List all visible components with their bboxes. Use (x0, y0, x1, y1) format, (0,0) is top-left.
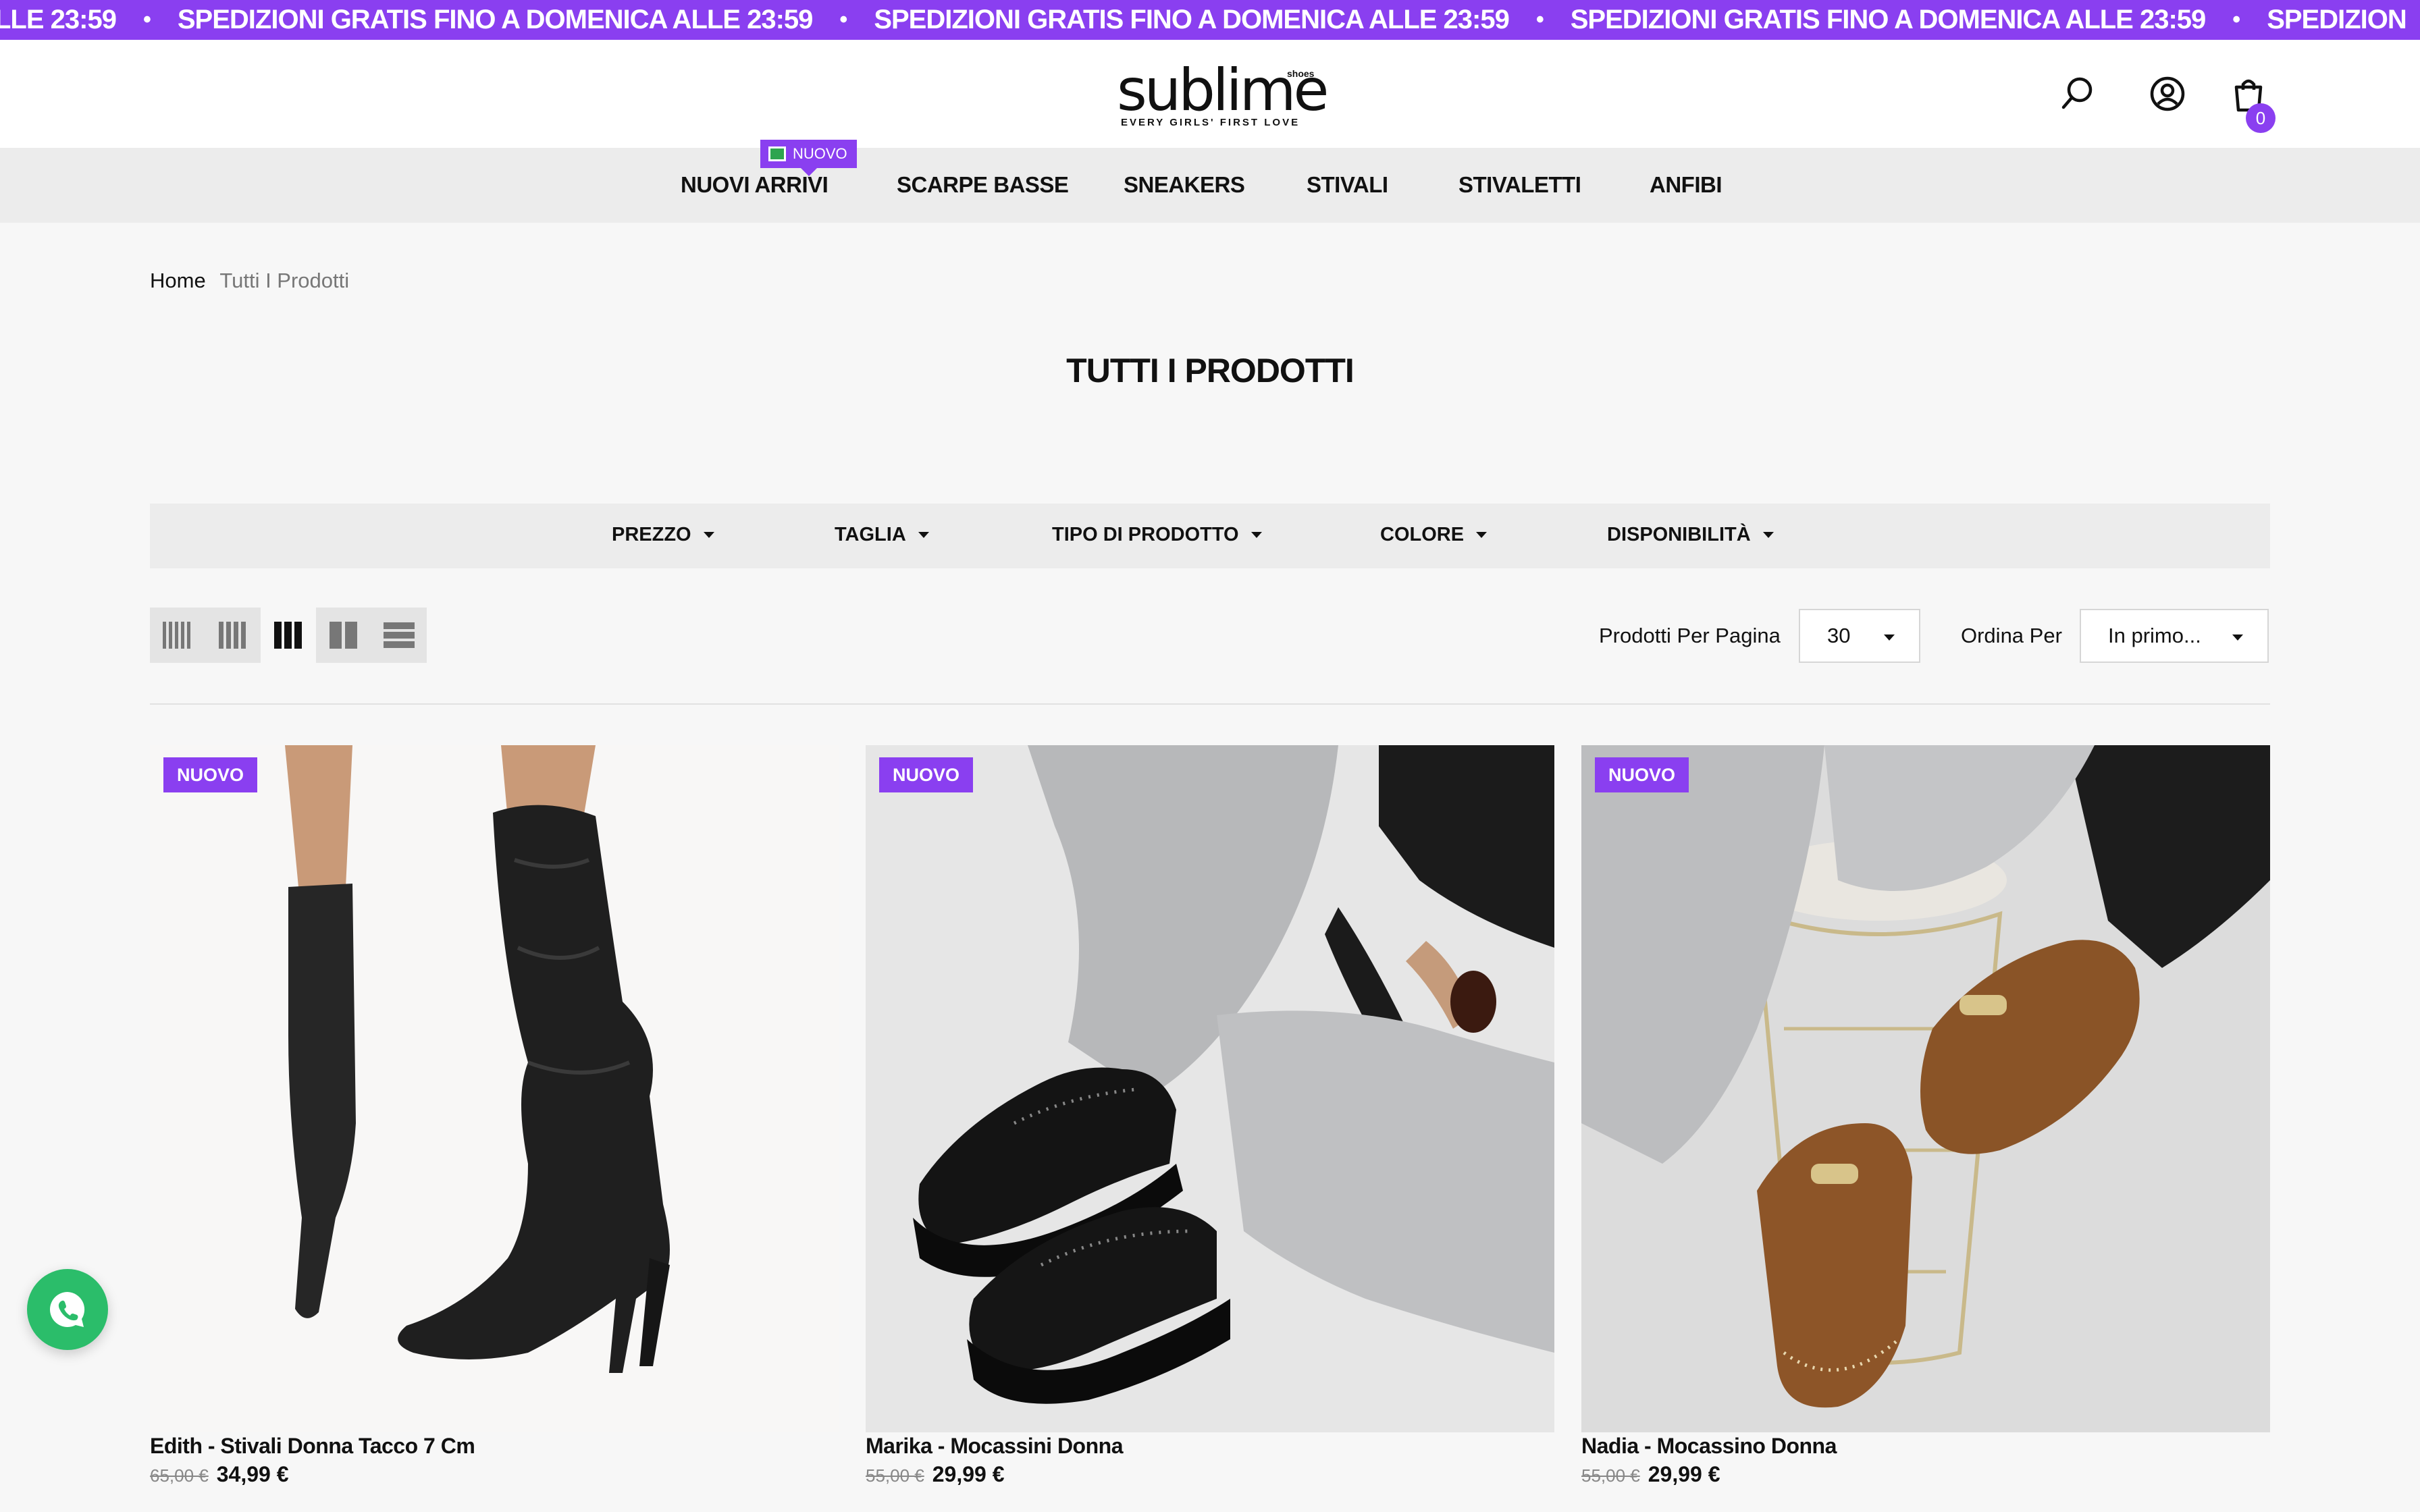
breadcrumb-separator (211, 269, 219, 292)
breadcrumb: Home Tutti I Prodotti (150, 269, 349, 293)
per-page-select[interactable]: 30 (1799, 609, 1920, 663)
product-card[interactable]: NUOVO Nadia - Mocassino Donna 55,00 € 29… (1581, 745, 2270, 1486)
caret-down-icon (1884, 634, 1895, 641)
search-icon[interactable] (2055, 72, 2099, 115)
nav-item-sneakers[interactable]: SNEAKERS (1124, 172, 1245, 198)
filter-product-type[interactable]: TIPO DI PRODOTTO (1052, 524, 1262, 546)
account-icon[interactable] (2146, 72, 2189, 115)
nav-item-scarpe-basse[interactable]: SCARPE BASSE (897, 172, 1069, 198)
product-badge: NUOVO (879, 757, 974, 792)
caret-down-icon (2232, 634, 2243, 641)
filter-color[interactable]: COLORE (1380, 524, 1488, 546)
nav-item-nuovi-arrivi[interactable]: NUOVI ARRIVI (681, 172, 828, 198)
product-name[interactable]: Nadia - Mocassino Donna (1581, 1434, 1837, 1459)
site-header: sublime shoes EVERY GIRLS' FIRST LOVE 0 (0, 40, 2420, 148)
caret-down-icon (1762, 532, 1774, 538)
sort-label: Ordina Per (1961, 624, 2062, 647)
nav-new-badge: NUOVO (760, 140, 857, 176)
product-old-price: 55,00 € (1581, 1465, 1640, 1486)
page-title: TUTTI I PRODOTTI (1066, 352, 1354, 389)
announcement-track: LLE 23:59 • SPEDIZIONI GRATIS FINO A DOME… (0, 0, 2420, 40)
main-nav: NUOVO NUOVI ARRIVI SCARPE BASSE SNEAKERS… (0, 140, 2420, 223)
product-prices: 65,00 € 34,99 € (150, 1462, 289, 1487)
announcement-bar: LLE 23:59 • SPEDIZIONI GRATIS FINO A DOME… (0, 0, 2420, 40)
new-emoji-icon (768, 146, 786, 161)
logo-side-text: shoes (1287, 68, 1315, 79)
per-page-value: 30 (1827, 624, 1851, 647)
product-card[interactable]: NUOVO Edith - Stivali Donna Tacco 7 Cm 6… (150, 745, 839, 1486)
filter-availability[interactable]: DISPONIBILITÀ (1607, 524, 1774, 546)
nav-item-anfibi[interactable]: ANFIBI (1650, 172, 1722, 198)
product-image[interactable]: NUOVO (1581, 745, 2270, 1432)
grid-5-icon[interactable] (150, 608, 205, 663)
list-icon[interactable] (371, 608, 427, 663)
product-price: 34,99 € (216, 1462, 289, 1486)
announcement-item: SPEDIZION (2267, 5, 2407, 34)
product-price: 29,99 € (932, 1462, 1005, 1486)
view-switcher (150, 608, 427, 663)
sort-select[interactable]: In primo... (2080, 609, 2269, 663)
per-page-label: Prodotti Per Pagina (1599, 624, 1781, 647)
announcement-item: SPEDIZIONI GRATIS FINO A DOMENICA ALLE 2… (1570, 5, 2240, 34)
product-badge: NUOVO (163, 757, 258, 792)
grid-3-icon[interactable] (261, 608, 316, 663)
grid-2-icon[interactable] (316, 608, 371, 663)
announcement-item: SPEDIZIONI GRATIS FINO A DOMENICA ALLE 2… (874, 5, 1544, 34)
whatsapp-icon (50, 1292, 85, 1327)
breadcrumb-home[interactable]: Home (150, 269, 206, 292)
product-card[interactable]: NUOVO Marika - Mocassini Donna 55,00 € 2… (866, 745, 1554, 1486)
grid-4-icon[interactable] (205, 608, 261, 663)
nav-new-badge-label: NUOVO (793, 145, 847, 162)
product-prices: 55,00 € 29,99 € (866, 1462, 1005, 1487)
filter-price[interactable]: PREZZO (612, 524, 714, 546)
nav-item-stivaletti[interactable]: STIVALETTI (1458, 172, 1581, 198)
product-name[interactable]: Edith - Stivali Donna Tacco 7 Cm (150, 1434, 475, 1459)
filter-size[interactable]: TAGLIA (835, 524, 929, 546)
announcement-item: LLE 23:59 • (0, 5, 151, 34)
toolbar-divider (150, 703, 2270, 705)
breadcrumb-current: Tutti I Prodotti (219, 269, 350, 292)
logo-tagline: EVERY GIRLS' FIRST LOVE (1121, 117, 1300, 128)
logo[interactable]: sublime shoes EVERY GIRLS' FIRST LOVE (1107, 61, 1329, 129)
announcement-item: SPEDIZIONI GRATIS FINO A DOMENICA ALLE 2… (177, 5, 847, 34)
product-image[interactable]: NUOVO (150, 745, 839, 1432)
product-badge: NUOVO (1595, 757, 1689, 792)
product-old-price: 55,00 € (866, 1465, 924, 1486)
product-old-price: 65,00 € (150, 1465, 209, 1486)
sort-value: In primo... (2108, 624, 2201, 647)
caret-down-icon (1476, 532, 1488, 538)
caret-down-icon (918, 532, 929, 538)
product-price: 29,99 € (1648, 1462, 1720, 1486)
nav-item-stivali[interactable]: STIVALI (1307, 172, 1388, 198)
whatsapp-button[interactable] (27, 1269, 108, 1350)
caret-down-icon (703, 532, 714, 538)
product-image[interactable]: NUOVO (866, 745, 1554, 1432)
cart-count-badge: 0 (2246, 103, 2276, 133)
filter-bar: PREZZO TAGLIA TIPO DI PRODOTTO COLORE DI… (150, 504, 2270, 568)
product-prices: 55,00 € 29,99 € (1581, 1462, 1720, 1487)
product-name[interactable]: Marika - Mocassini Donna (866, 1434, 1123, 1459)
caret-down-icon (1251, 532, 1262, 538)
